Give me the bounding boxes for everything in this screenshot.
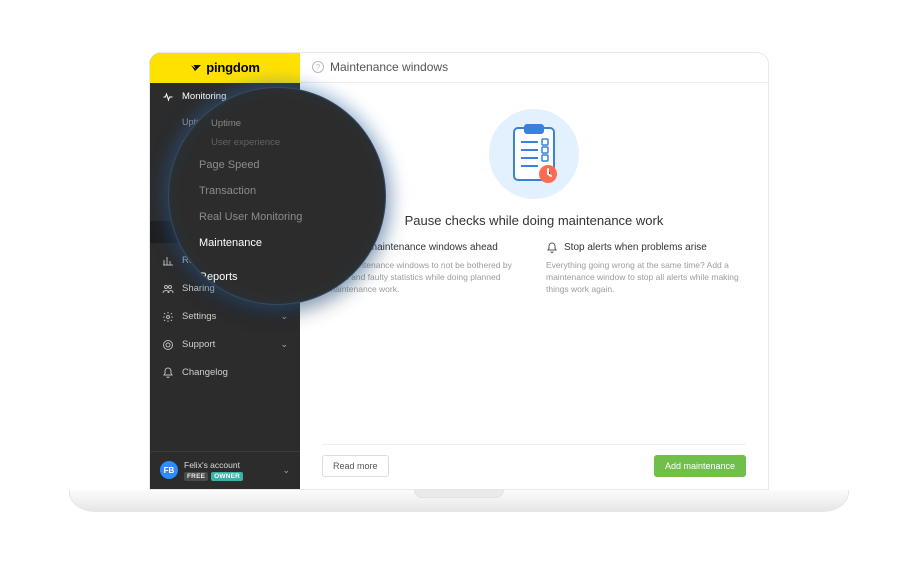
account-switcher[interactable]: FB Felix's account FREE OWNER ⌄ [150, 451, 300, 489]
mag-row-page-speed[interactable]: Page Speed [199, 152, 365, 178]
sidebar-label: Settings [182, 311, 216, 322]
lifebuoy-icon [162, 339, 174, 351]
bell-icon [162, 367, 174, 379]
chevron-down-icon: ⌄ [282, 465, 290, 476]
sidebar-item-support[interactable]: Support ⌄ [150, 331, 300, 359]
empty-state: Pause checks while doing maintenance wor… [322, 101, 746, 444]
gear-icon [162, 311, 174, 323]
brand-bird-icon [190, 62, 202, 74]
screen: pingdom Monitoring ⌃ Uptime User experie… [149, 52, 769, 490]
help-icon[interactable]: ? [312, 61, 324, 73]
main: ? Maintenance windows [300, 53, 768, 489]
mag-row-user-experience[interactable]: User experience [199, 133, 365, 152]
account-badges: FREE OWNER [184, 472, 243, 481]
brand-bar[interactable]: pingdom [150, 53, 300, 83]
sidebar-label: Monitoring [182, 91, 226, 102]
account-name: Felix's account [184, 460, 243, 470]
pulse-icon [162, 91, 174, 103]
laptop-notch [414, 490, 504, 498]
sidebar-item-settings[interactable]: Settings ⌄ [150, 303, 300, 331]
bell-icon [546, 242, 558, 254]
sidebar-label: Support [182, 339, 215, 350]
brand-name: pingdom [206, 60, 259, 75]
mag-row-transaction[interactable]: Transaction [199, 178, 365, 204]
mag-row-maintenance[interactable]: Maintenance [199, 230, 365, 256]
account-info: Felix's account FREE OWNER [184, 460, 243, 481]
feature-desc: Everything going wrong at the same time?… [546, 259, 740, 296]
magnifier-overlay: Uptime User experience Page Speed Transa… [168, 87, 386, 305]
feature-columns: Plan maintenance windows ahead Add maint… [322, 242, 746, 296]
read-more-button[interactable]: Read more [322, 455, 389, 477]
mag-row-rum[interactable]: Real User Monitoring [199, 204, 365, 230]
laptop-frame: pingdom Monitoring ⌃ Uptime User experie… [69, 52, 849, 512]
hero-title: Pause checks while doing maintenance wor… [405, 213, 664, 228]
mag-row-uptime[interactable]: Uptime [199, 114, 365, 133]
chevron-down-icon: ⌄ [280, 311, 288, 322]
users-icon [162, 283, 174, 295]
badge-free: FREE [184, 472, 208, 481]
clipboard-icon [489, 109, 579, 199]
avatar: FB [160, 461, 178, 479]
sidebar-item-changelog[interactable]: Changelog [150, 359, 300, 387]
footer-actions: Read more Add maintenance [322, 444, 746, 477]
badge-owner: OWNER [211, 472, 243, 481]
sidebar-label: Changelog [182, 367, 228, 378]
mag-row-sharing[interactable]: Sharing [199, 290, 365, 305]
feature-stop-alerts: Stop alerts when problems arise Everythi… [546, 242, 740, 296]
page-header: ? Maintenance windows [300, 53, 768, 83]
chevron-down-icon: ⌄ [280, 339, 288, 350]
feature-title: Stop alerts when problems arise [564, 242, 707, 253]
laptop-base [69, 490, 849, 512]
chart-icon [162, 255, 174, 267]
add-maintenance-button[interactable]: Add maintenance [654, 455, 746, 477]
page-title: Maintenance windows [330, 60, 448, 74]
